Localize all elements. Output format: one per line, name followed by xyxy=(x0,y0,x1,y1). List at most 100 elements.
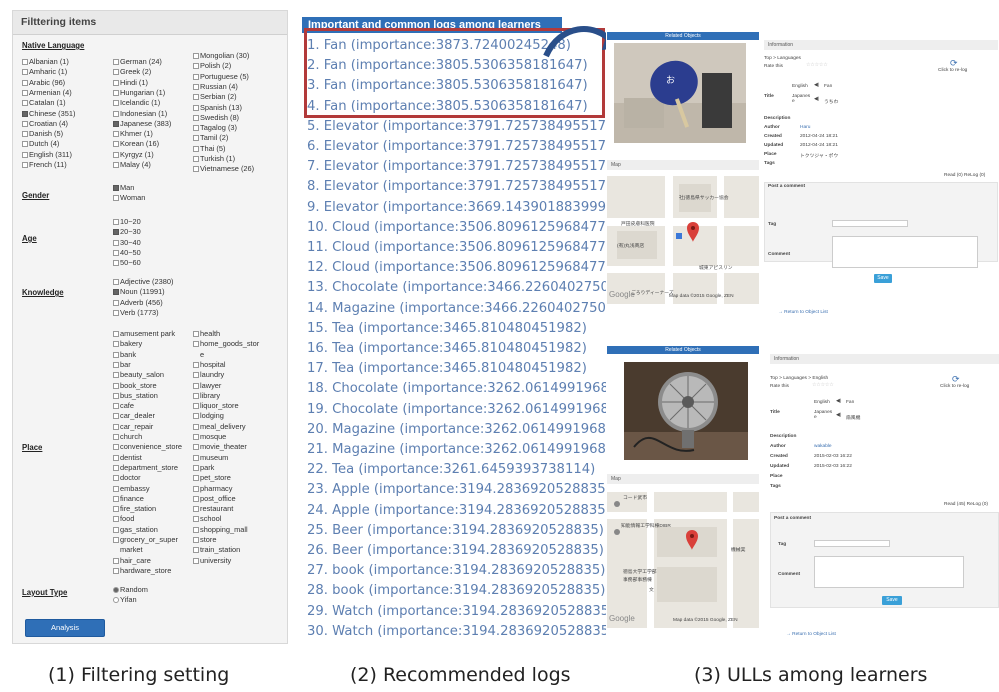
checkbox-icon[interactable] xyxy=(113,289,119,296)
checkbox-icon[interactable] xyxy=(113,131,119,138)
log-item[interactable]: 12. Cloud (importance:3506.8096125968477… xyxy=(307,258,611,278)
place-col1-option[interactable]: hardware_store xyxy=(113,566,171,576)
place-col1-option[interactable]: book_store xyxy=(113,381,157,391)
checkbox-icon[interactable] xyxy=(113,260,119,267)
checkbox-icon[interactable] xyxy=(113,557,119,564)
checkbox-icon[interactable] xyxy=(113,361,119,368)
place-col2-option[interactable]: health xyxy=(193,329,220,339)
place-col1-option[interactable]: gas_station xyxy=(113,525,158,535)
age-option[interactable]: 30~40 xyxy=(113,238,141,248)
log-item[interactable]: 13. Chocolate (importance:3466.226040275… xyxy=(307,278,639,298)
checkbox-icon[interactable] xyxy=(193,547,199,554)
checkbox-icon[interactable] xyxy=(193,537,199,543)
place-col1-option[interactable]: bank xyxy=(113,350,136,360)
ull2-breadcrumb[interactable]: Top > Languages > English xyxy=(770,376,828,381)
place-col2-option[interactable]: museum xyxy=(193,453,228,463)
checkbox-icon[interactable] xyxy=(113,567,119,574)
nl-col1-option[interactable]: Amharic (1) xyxy=(22,67,67,77)
checkbox-icon[interactable] xyxy=(113,299,119,306)
place-col2-option[interactable]: pet_store xyxy=(193,473,231,483)
ull2-tag-input[interactable] xyxy=(814,540,890,547)
checkbox-icon[interactable] xyxy=(193,114,199,121)
place-col1-option[interactable]: church xyxy=(113,432,142,442)
radio-icon[interactable] xyxy=(113,597,119,604)
nl-col2-option[interactable]: Indonesian (1) xyxy=(113,109,167,119)
place-col2-option[interactable]: pharmacy xyxy=(193,484,232,494)
nl-col1-option[interactable]: Chinese (351) xyxy=(22,109,75,119)
ull1-breadcrumb[interactable]: Top > Languages xyxy=(764,56,801,61)
checkbox-icon[interactable] xyxy=(193,423,199,430)
ull2-author[interactable]: wakable xyxy=(814,444,832,449)
log-item[interactable]: 5. Elevator (importance:3791.72573849551… xyxy=(307,117,620,137)
checkbox-icon[interactable] xyxy=(193,361,199,368)
place-col2-option[interactable]: liquor_store xyxy=(193,401,239,411)
analysis-button[interactable]: Analysis xyxy=(25,619,105,637)
ull1-star-rating-icon[interactable]: ☆☆☆☆☆ xyxy=(806,63,828,68)
checkbox-icon[interactable] xyxy=(22,89,28,96)
checkbox-icon[interactable] xyxy=(193,485,199,492)
nl-col2-option[interactable]: Korean (16) xyxy=(113,139,159,149)
log-item[interactable]: 30. Watch (importance:3194.2836920528835… xyxy=(307,622,614,642)
log-item[interactable]: 26. Beer (importance:3194.2836920528835) xyxy=(307,541,604,561)
log-item[interactable]: 24. Apple (importance:3194.2836920528835… xyxy=(307,501,611,521)
checkbox-icon[interactable] xyxy=(193,156,199,162)
log-item[interactable]: 17. Tea (importance:3465.810480451982) xyxy=(307,359,587,379)
checkbox-icon[interactable] xyxy=(113,141,119,148)
log-item[interactable]: 29. Watch (importance:3194.2836920528835… xyxy=(307,602,614,622)
checkbox-icon[interactable] xyxy=(113,162,119,168)
nl-col2-option[interactable]: Hungarian (1) xyxy=(113,88,165,98)
place-col1-option[interactable]: grocery_or_super xyxy=(113,535,178,545)
checkbox-icon[interactable] xyxy=(193,516,199,523)
checkbox-icon[interactable] xyxy=(193,341,199,348)
age-option[interactable]: 40~50 xyxy=(113,248,141,258)
checkbox-icon[interactable] xyxy=(193,382,199,389)
checkbox-icon[interactable] xyxy=(113,249,119,256)
checkbox-icon[interactable] xyxy=(22,59,28,65)
place-col2-option[interactable]: train_station xyxy=(193,545,240,555)
nl-col3-option[interactable]: Mongolian (30) xyxy=(193,51,249,61)
checkbox-icon[interactable] xyxy=(22,110,28,117)
knowledge-option[interactable]: Noun (11991) xyxy=(113,287,165,297)
log-item[interactable]: 27. book (importance:3194.2836920528835) xyxy=(307,561,605,581)
knowledge-option[interactable]: Adjective (2380) xyxy=(113,277,173,287)
checkbox-icon[interactable] xyxy=(113,331,119,337)
checkbox-icon[interactable] xyxy=(193,63,199,70)
gender-option[interactable]: Woman xyxy=(113,193,145,203)
checkbox-icon[interactable] xyxy=(22,120,28,127)
nl-col2-option[interactable]: Hindi (1) xyxy=(113,78,148,88)
checkbox-icon[interactable] xyxy=(113,229,119,236)
checkbox-icon[interactable] xyxy=(113,434,119,440)
checkbox-icon[interactable] xyxy=(193,135,199,142)
ull2-save-button[interactable]: Save xyxy=(882,596,902,605)
log-item[interactable]: 28. book (importance:3194.2836920528835) xyxy=(307,581,605,601)
knowledge-option[interactable]: Verb (1773) xyxy=(113,308,159,318)
checkbox-icon[interactable] xyxy=(193,413,199,420)
log-item[interactable]: 7. Elevator (importance:3791.72573849551… xyxy=(307,157,620,177)
log-item[interactable]: 10. Cloud (importance:3506.8096125968477… xyxy=(307,218,611,238)
ull2-map[interactable]: コード武市 知能情報工学科棟DIBR 徳島大学工学部 事務部事務棟 機械実 文 … xyxy=(607,492,759,628)
nl-col3-option[interactable]: Russian (4) xyxy=(193,82,238,92)
ull2-comment-textarea[interactable] xyxy=(814,556,964,588)
nl-col2-option[interactable]: Malay (4) xyxy=(113,160,151,170)
nl-col1-option[interactable]: French (11) xyxy=(22,160,67,170)
checkbox-icon[interactable] xyxy=(193,73,199,80)
place-col2-option[interactable]: hospital xyxy=(193,360,225,370)
place-col1-option[interactable]: hair_care xyxy=(113,556,151,566)
nl-col3-option[interactable]: Polish (2) xyxy=(193,61,231,71)
age-option[interactable]: 20~30 xyxy=(113,227,141,237)
checkbox-icon[interactable] xyxy=(113,537,119,543)
place-col1-option[interactable]: car_dealer xyxy=(113,411,155,421)
log-item[interactable]: 21. Magazine (importance:3262.0614991968… xyxy=(307,440,636,460)
checkbox-icon[interactable] xyxy=(193,403,199,410)
checkbox-icon[interactable] xyxy=(113,341,119,348)
place-col1-option[interactable]: convenience_store xyxy=(113,442,182,452)
checkbox-icon[interactable] xyxy=(193,454,199,461)
checkbox-icon[interactable] xyxy=(113,485,119,492)
place-col2-option[interactable]: restaurant xyxy=(193,504,233,514)
checkbox-icon[interactable] xyxy=(113,516,119,523)
checkbox-icon[interactable] xyxy=(113,464,119,471)
ull1-save-button[interactable]: Save xyxy=(874,274,892,283)
place-col2-option[interactable]: post_office xyxy=(193,494,236,504)
log-item[interactable]: 14. Magazine (importance:3466.2260402750… xyxy=(307,299,636,319)
checkbox-icon[interactable] xyxy=(113,475,119,482)
